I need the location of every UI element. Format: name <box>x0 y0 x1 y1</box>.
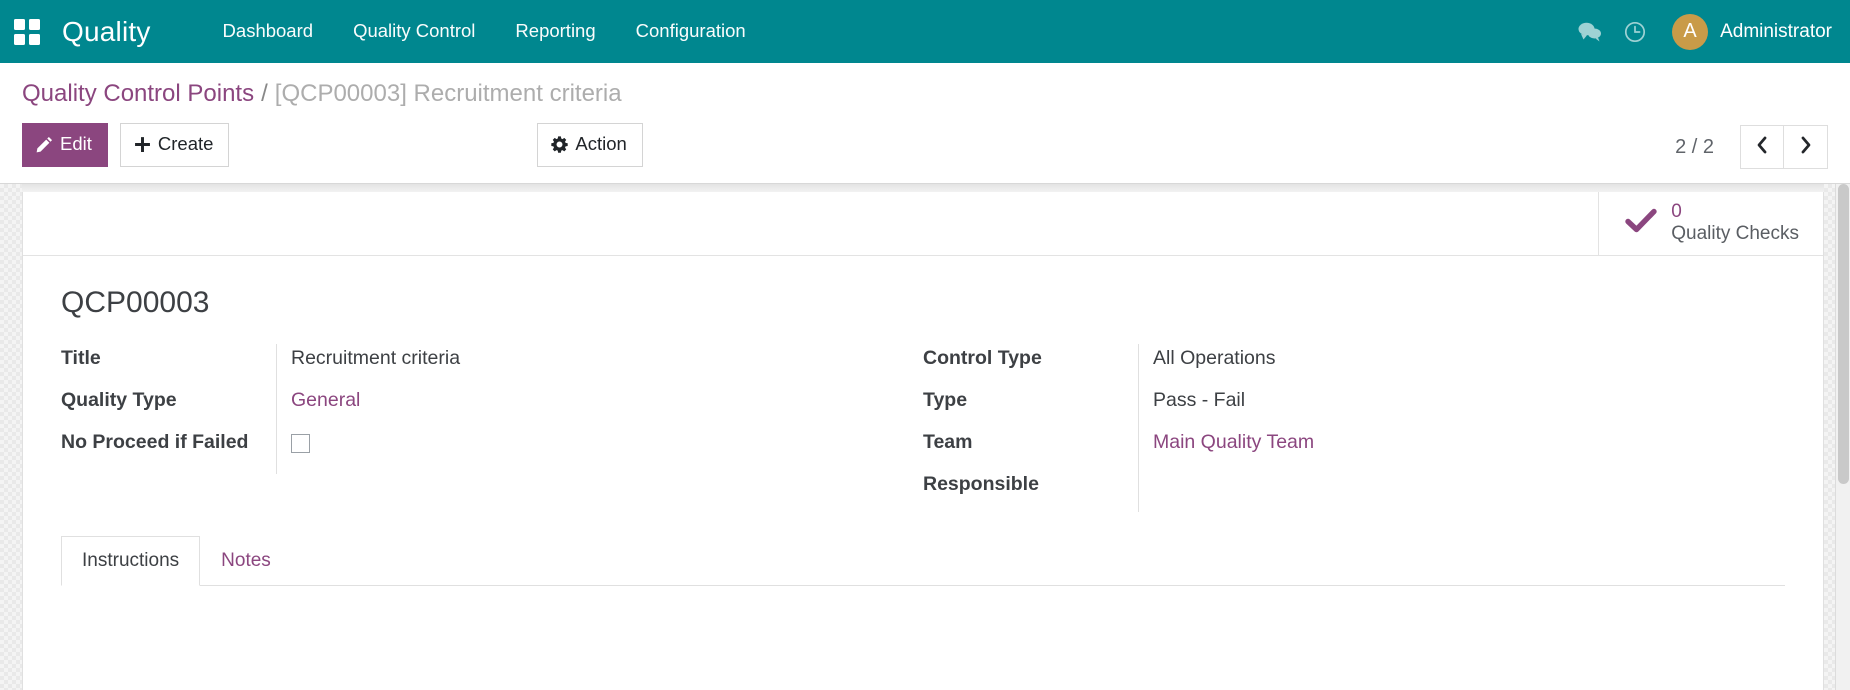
form-body: QCP00003 Title Recruitment criteria Qual… <box>23 256 1823 512</box>
create-button-label: Create <box>157 133 214 154</box>
field-value-quality-type[interactable]: General <box>291 389 360 411</box>
field-type: Type Pass - Fail <box>923 385 1765 428</box>
sheet-top-shadow <box>22 183 1824 192</box>
tab-instructions[interactable]: Instructions <box>61 535 201 587</box>
form-columns: Title Recruitment criteria Quality Type … <box>61 343 1785 512</box>
action-button[interactable]: Action <box>537 123 643 167</box>
pager: 2 / 2 <box>1675 125 1828 169</box>
field-label-quality-type: Quality Type <box>61 388 177 411</box>
pager-previous-button[interactable] <box>1740 125 1784 169</box>
scrollbar-thumb[interactable] <box>1838 183 1849 484</box>
edit-button-label: Edit <box>60 133 92 154</box>
control-panel-buttons: Edit Create Action 2 / 2 <box>22 113 1828 183</box>
field-no-proceed-if-failed: No Proceed if Failed <box>61 427 903 474</box>
menu-item-quality-control[interactable]: Quality Control <box>333 2 495 61</box>
form-content-area: 0 Quality Checks QCP00003 Title Recruitm… <box>0 183 1850 690</box>
breadcrumb-current: [QCP00003] Recruitment criteria <box>274 80 622 107</box>
avatar[interactable]: A <box>1672 13 1709 50</box>
field-responsible: Responsible <box>923 469 1765 512</box>
top-navbar: Quality Dashboard Quality Control Report… <box>0 0 1850 63</box>
app-brand-title[interactable]: Quality <box>62 17 151 46</box>
no-proceed-if-failed-checkbox[interactable] <box>291 433 310 453</box>
apps-grid-icon[interactable] <box>14 18 40 45</box>
stat-value-quality-checks: 0 <box>1671 200 1682 222</box>
stat-button-box: 0 Quality Checks <box>23 191 1823 256</box>
menu-item-configuration[interactable]: Configuration <box>616 2 766 61</box>
vertical-scrollbar[interactable] <box>1835 183 1850 690</box>
apps-grid-square <box>29 33 40 45</box>
create-button[interactable]: Create <box>119 123 230 167</box>
apps-grid-square <box>29 18 40 30</box>
plus-icon <box>134 136 151 153</box>
field-label-responsible: Responsible <box>923 472 1039 495</box>
field-label-team: Team <box>923 430 973 453</box>
edit-button[interactable]: Edit <box>22 123 108 167</box>
field-value-no-proceed-if-failed-wrap <box>276 427 903 474</box>
field-quality-type: Quality Type General <box>61 385 903 428</box>
field-title: Title Recruitment criteria <box>61 343 903 386</box>
apps-grid-square <box>14 18 25 30</box>
field-value-control-type[interactable]: All Operations <box>1138 343 1765 386</box>
chevron-right-icon <box>1798 135 1814 160</box>
page-title: QCP00003 <box>61 285 210 319</box>
field-value-team-wrap: Main Quality Team <box>1138 427 1765 470</box>
breadcrumb: Quality Control Points / [QCP00003] Recrui… <box>22 63 1828 113</box>
stat-button-text: 0 Quality Checks <box>1671 201 1799 246</box>
pager-next-button[interactable] <box>1784 125 1828 169</box>
navbar-right-section: A Administrator <box>1566 0 1832 63</box>
apps-grid-square <box>14 33 25 45</box>
main-menu: Dashboard Quality Control Reporting Conf… <box>203 2 766 61</box>
menu-item-dashboard[interactable]: Dashboard <box>203 2 334 61</box>
breadcrumb-separator: / <box>261 80 268 107</box>
field-label-no-proceed-if-failed: No Proceed if Failed <box>61 430 249 453</box>
user-menu-name[interactable]: Administrator <box>1720 21 1832 43</box>
form-sheet: 0 Quality Checks QCP00003 Title Recruitm… <box>22 191 1824 690</box>
pager-count: 2 / 2 <box>1675 135 1714 158</box>
check-icon <box>1625 207 1657 240</box>
notebook-tabs: Instructions Notes <box>61 535 1785 587</box>
form-column-right: Control Type All Operations Type Pass - … <box>923 343 1785 512</box>
stat-button-quality-checks[interactable]: 0 Quality Checks <box>1598 191 1823 255</box>
field-value-quality-type-wrap: General <box>276 385 903 428</box>
field-value-type[interactable]: Pass - Fail <box>1138 385 1765 428</box>
stat-label-quality-checks: Quality Checks <box>1671 223 1799 244</box>
form-column-left: Title Recruitment criteria Quality Type … <box>61 343 923 474</box>
field-value-title[interactable]: Recruitment criteria <box>276 343 903 386</box>
messages-icon[interactable] <box>1566 0 1612 63</box>
action-button-label: Action <box>575 133 627 154</box>
field-value-responsible[interactable] <box>1138 469 1765 512</box>
chevron-left-icon <box>1754 135 1770 160</box>
field-label-type: Type <box>923 388 968 411</box>
menu-item-reporting[interactable]: Reporting <box>495 2 615 61</box>
field-team: Team Main Quality Team <box>923 427 1765 470</box>
breadcrumb-root-link[interactable]: Quality Control Points <box>22 80 254 107</box>
tab-notes[interactable]: Notes <box>200 536 292 587</box>
field-value-team[interactable]: Main Quality Team <box>1153 431 1314 453</box>
field-control-type: Control Type All Operations <box>923 343 1765 386</box>
pencil-icon <box>36 136 53 153</box>
field-label-title: Title <box>61 346 101 369</box>
field-label-control-type: Control Type <box>923 346 1042 369</box>
clock-icon[interactable] <box>1612 0 1658 63</box>
gear-icon <box>551 136 569 153</box>
control-panel: Quality Control Points / [QCP00003] Recrui… <box>0 63 1850 184</box>
